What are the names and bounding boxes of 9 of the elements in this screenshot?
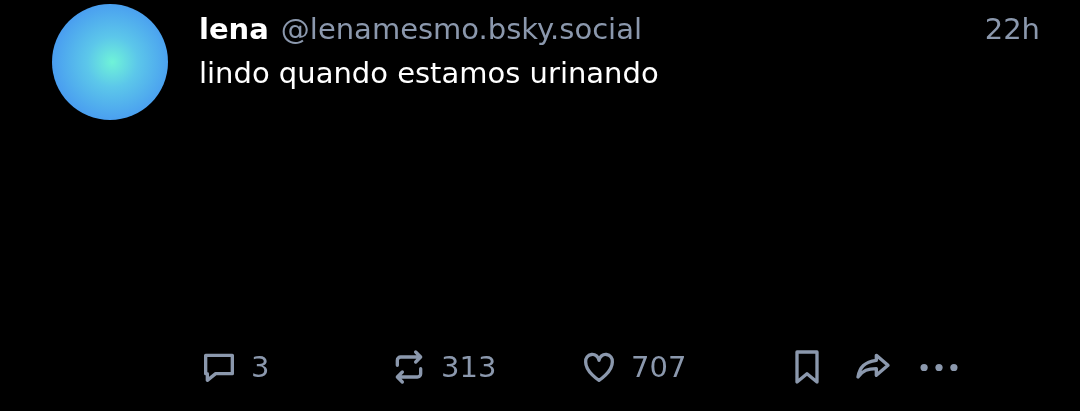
like-button[interactable]: 707 [579, 347, 769, 387]
reply-button[interactable]: 3 [199, 347, 389, 387]
more-icon [919, 362, 959, 372]
post-time: 22h [984, 12, 1040, 46]
author-handle[interactable]: @lenamesmo.bsky.social [280, 12, 642, 46]
post-text: lindo quando estamos urinando [199, 56, 660, 90]
repost-button[interactable]: 313 [389, 347, 579, 387]
author-name[interactable]: lena [199, 12, 269, 46]
more-button[interactable] [919, 362, 959, 372]
